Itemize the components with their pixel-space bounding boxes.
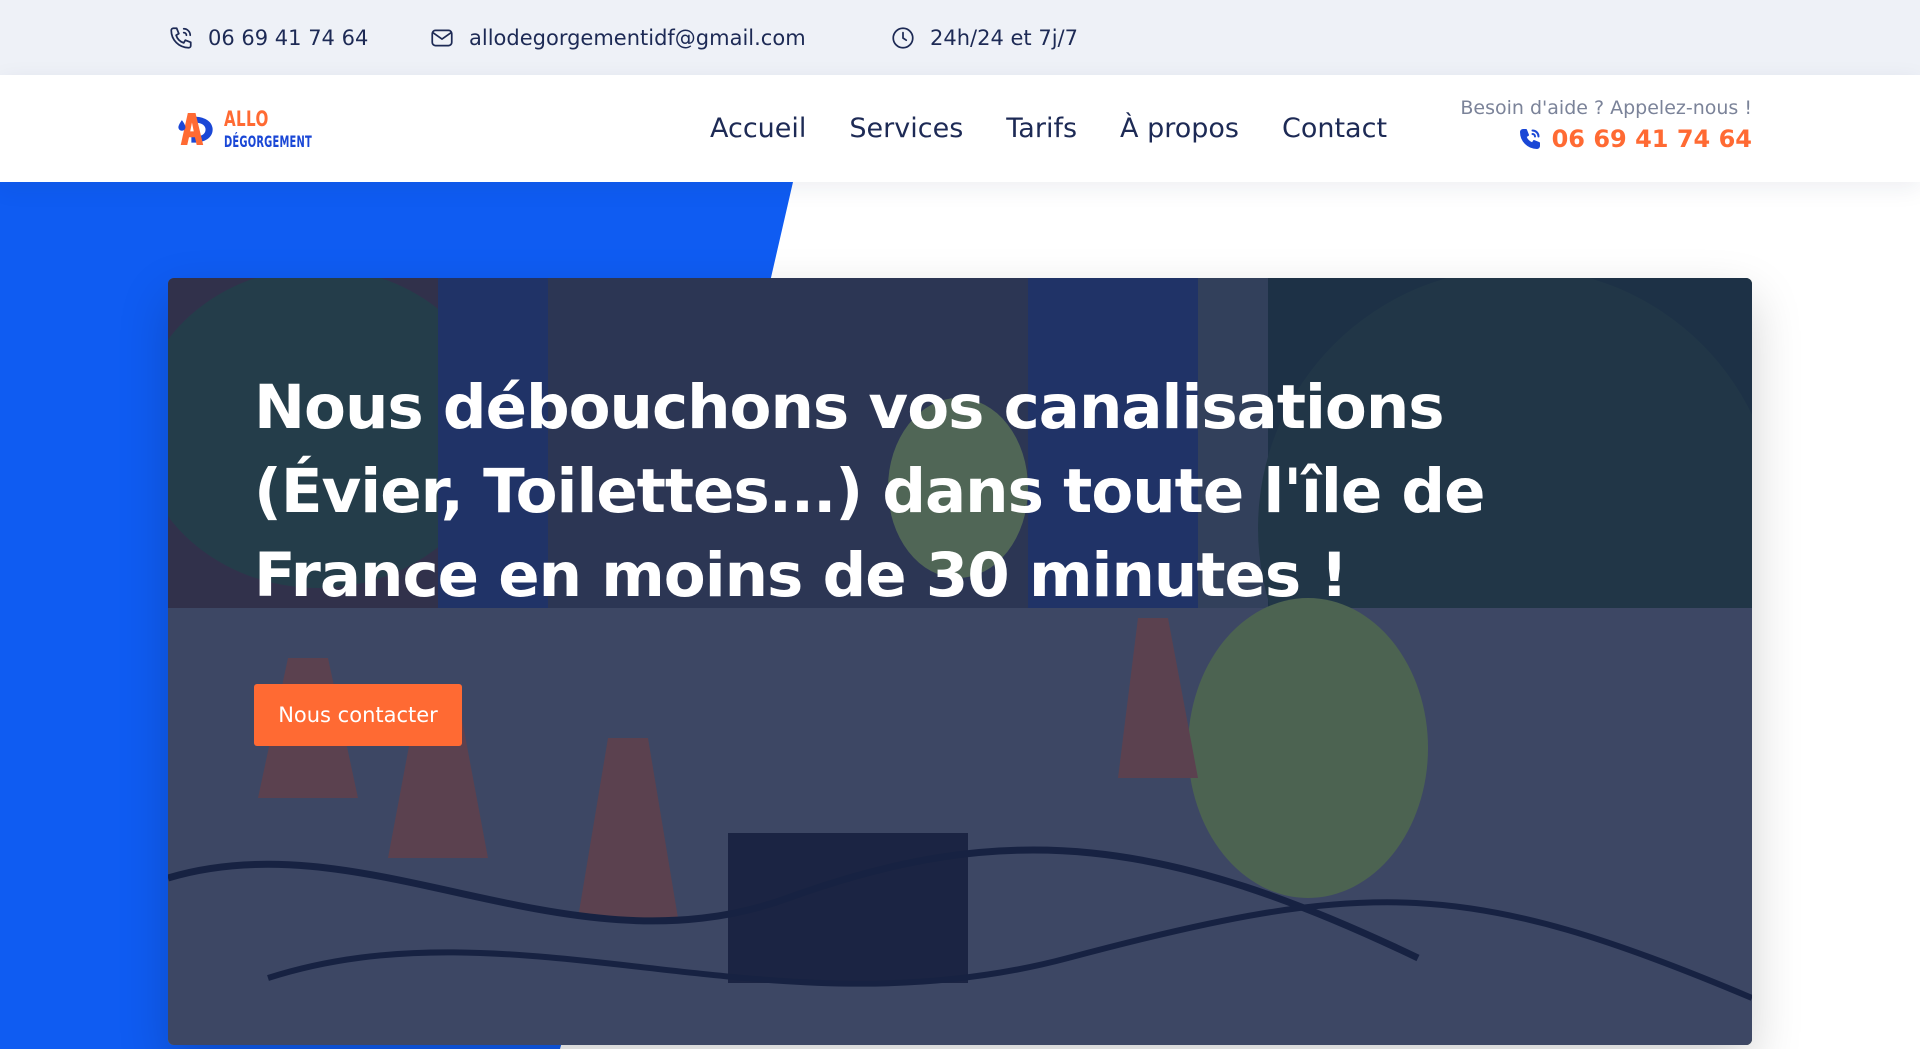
nav-item-contact[interactable]: Contact [1282,113,1387,144]
contact-button[interactable]: Nous contacter [254,684,462,746]
hero-title: Nous débouchons vos canalisations (Évier… [254,372,1485,611]
main-nav: Accueil Services Tarifs À propos Contact [710,75,1387,182]
logo-mark-icon [178,113,213,145]
help-phone-number: 06 69 41 74 64 [1551,125,1752,153]
topbar-phone-text: 06 69 41 74 64 [208,25,369,50]
phone-ringing-icon [1519,129,1540,149]
help-callout: Besoin d'aide ? Appelez-nous ! 06 69 41 … [1460,97,1752,153]
hero-banner: Nous débouchons vos canalisations (Évier… [168,278,1752,1045]
topbar-email-text: allodegorgementidf@gmail.com [469,25,806,50]
nav-item-accueil[interactable]: Accueil [710,113,806,144]
nav-item-a-propos[interactable]: À propos [1120,113,1239,144]
logo-wordmark: ALLO DÉGORGEMENT [224,106,366,151]
site-logo[interactable]: ALLO DÉGORGEMENT [176,99,366,159]
topbar-hours-text: 24h/24 et 7j/7 [930,25,1078,50]
mail-icon [431,29,453,46]
logo-text-allo: ALLO [224,106,269,131]
nav-item-services[interactable]: Services [849,113,963,144]
topbar-email[interactable]: allodegorgementidf@gmail.com [429,0,806,75]
help-phone-link[interactable]: 06 69 41 74 64 [1460,125,1752,153]
main-header: ALLO DÉGORGEMENT Accueil Services Tarifs… [0,75,1920,182]
clock-icon [892,26,914,49]
help-label: Besoin d'aide ? Appelez-nous ! [1460,97,1752,119]
topbar-hours: 24h/24 et 7j/7 [890,0,1078,75]
topbar-phone[interactable]: 06 69 41 74 64 [168,0,368,75]
phone-icon [170,26,192,49]
nav-item-tarifs[interactable]: Tarifs [1006,113,1077,144]
top-info-bar: 06 69 41 74 64 allodegorgementidf@gmail.… [0,0,1920,75]
logo-text-degorgement: DÉGORGEMENT [224,131,313,151]
